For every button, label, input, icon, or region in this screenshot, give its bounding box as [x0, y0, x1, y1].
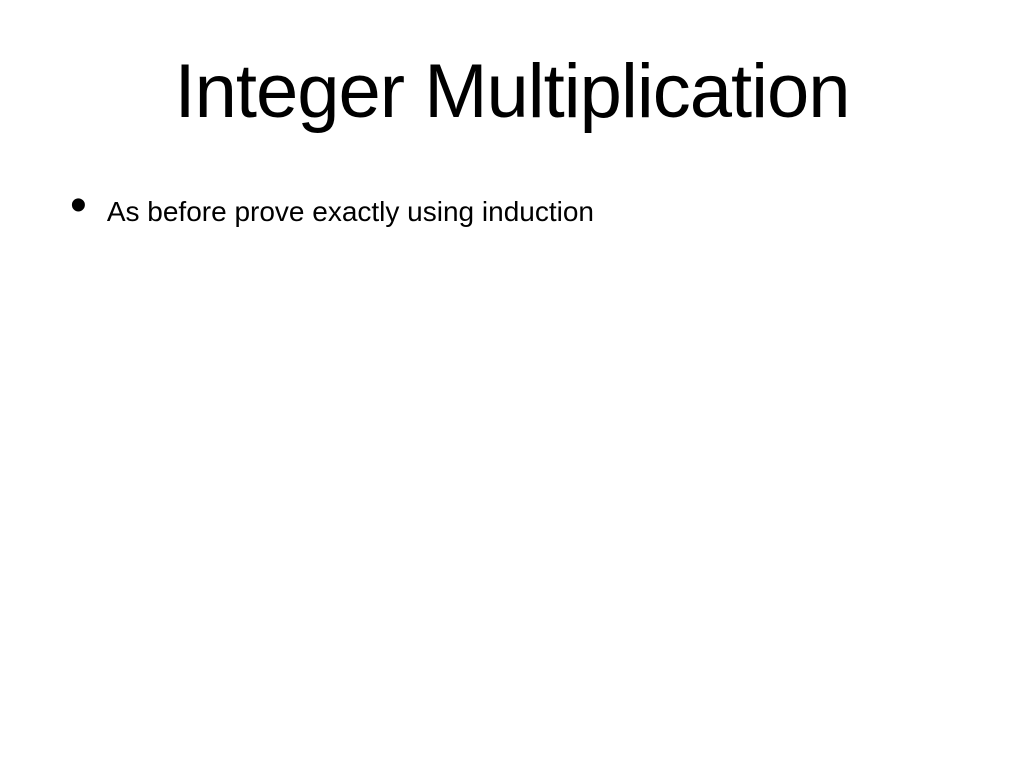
list-item: • As before prove exactly using inductio… — [60, 192, 964, 230]
bullet-list: • As before prove exactly using inductio… — [60, 192, 964, 230]
slide-title: Integer Multiplication — [0, 48, 1024, 135]
bullet-text: As before prove exactly using induction — [107, 192, 594, 230]
bullet-icon: • — [70, 192, 87, 220]
